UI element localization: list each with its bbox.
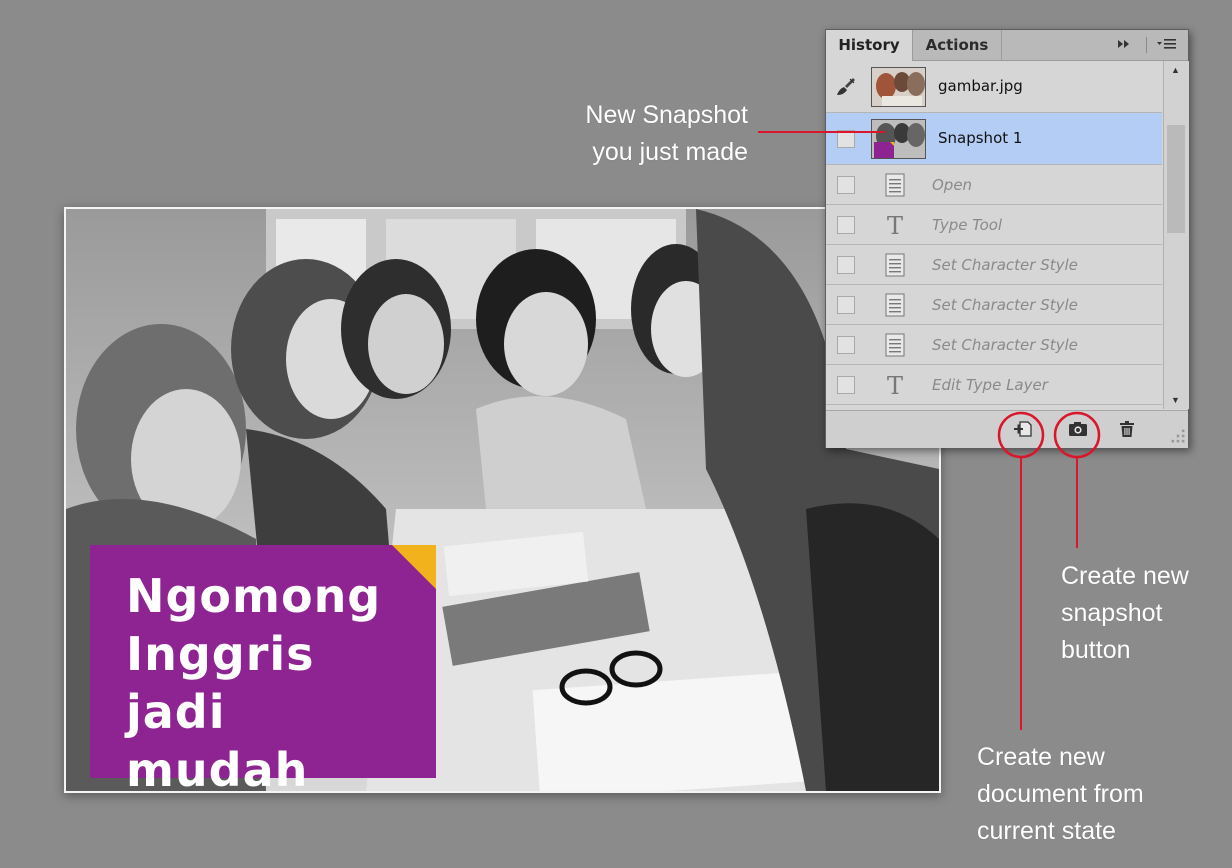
history-scrollbar[interactable]: ▲ ▼ xyxy=(1163,61,1189,409)
camera-icon[interactable] xyxy=(1068,420,1088,438)
promo-banner: Ngomong Inggris jadi mudah xyxy=(90,545,436,791)
step-checkbox[interactable] xyxy=(837,176,855,194)
type-tool-icon: T xyxy=(887,373,903,397)
step-checkbox[interactable] xyxy=(837,296,855,314)
history-panel: History Actions gambar.jpg Snapshot 1 Op… xyxy=(825,29,1189,448)
tab-history[interactable]: History xyxy=(826,30,913,61)
scrollbar-thumb[interactable] xyxy=(1167,125,1185,233)
scroll-down-arrow-icon[interactable]: ▼ xyxy=(1171,395,1180,405)
resize-grip-icon[interactable] xyxy=(1168,427,1188,445)
callout-new-snapshot: New Snapshot you just made xyxy=(585,101,748,166)
history-step-row[interactable]: T Edit Type Layer xyxy=(826,365,1162,405)
type-tool-icon: T xyxy=(887,213,903,237)
photo-canvas: Ngomong Inggris jadi mudah xyxy=(64,207,941,793)
callout-create-snapshot-button: Create new snapshot button xyxy=(1061,562,1189,664)
step-label: Type Tool xyxy=(932,216,1003,234)
svg-text:T: T xyxy=(887,213,903,237)
history-step-row[interactable]: Set Character Style xyxy=(826,285,1162,325)
step-label: Set Character Style xyxy=(932,296,1078,314)
snapshot-thumbnail xyxy=(871,67,926,107)
snapshot-row-1[interactable]: Snapshot 1 xyxy=(826,113,1162,165)
history-brush-icon[interactable] xyxy=(834,75,858,99)
snapshot-label-1: Snapshot 1 xyxy=(938,129,1023,147)
step-label: Open xyxy=(932,176,973,194)
snapshot-row-source[interactable]: gambar.jpg xyxy=(826,61,1162,113)
toolbar-divider xyxy=(1146,37,1147,53)
svg-text:T: T xyxy=(887,373,903,397)
document-icon xyxy=(885,293,905,317)
history-list: gambar.jpg Snapshot 1 Open T Type Tool S… xyxy=(826,61,1162,409)
history-step-row[interactable]: Set Character Style xyxy=(826,325,1162,365)
history-step-row[interactable]: T Type Tool xyxy=(826,205,1162,245)
history-step-row[interactable]: Set Character Style xyxy=(826,245,1162,285)
tab-actions[interactable]: Actions xyxy=(913,30,1002,60)
scroll-up-arrow-icon[interactable]: ▲ xyxy=(1171,65,1180,75)
step-label: Edit Type Layer xyxy=(932,376,1048,394)
document-icon xyxy=(885,173,905,197)
snapshot-source-checkbox[interactable] xyxy=(837,130,855,148)
new-document-icon[interactable] xyxy=(1013,420,1033,438)
history-step-row[interactable]: Open xyxy=(826,165,1162,205)
panel-bottom-bar xyxy=(826,410,1188,448)
snapshot-thumbnail xyxy=(871,119,926,159)
snapshot-label-source: gambar.jpg xyxy=(938,77,1023,95)
step-checkbox[interactable] xyxy=(837,216,855,234)
expand-icon[interactable] xyxy=(1116,36,1132,52)
panel-tab-bar: History Actions xyxy=(826,30,1188,61)
document-icon xyxy=(885,333,905,357)
document-icon xyxy=(885,253,905,277)
step-label: Set Character Style xyxy=(932,256,1078,274)
step-checkbox[interactable] xyxy=(837,256,855,274)
callout-create-document: Create new document from current state xyxy=(977,743,1144,845)
panel-menu-icon[interactable] xyxy=(1156,36,1178,52)
step-checkbox[interactable] xyxy=(837,376,855,394)
step-checkbox[interactable] xyxy=(837,336,855,354)
step-label: Set Character Style xyxy=(932,336,1078,354)
promo-text: Ngomong Inggris jadi mudah xyxy=(126,569,382,793)
trash-icon[interactable] xyxy=(1117,420,1137,438)
